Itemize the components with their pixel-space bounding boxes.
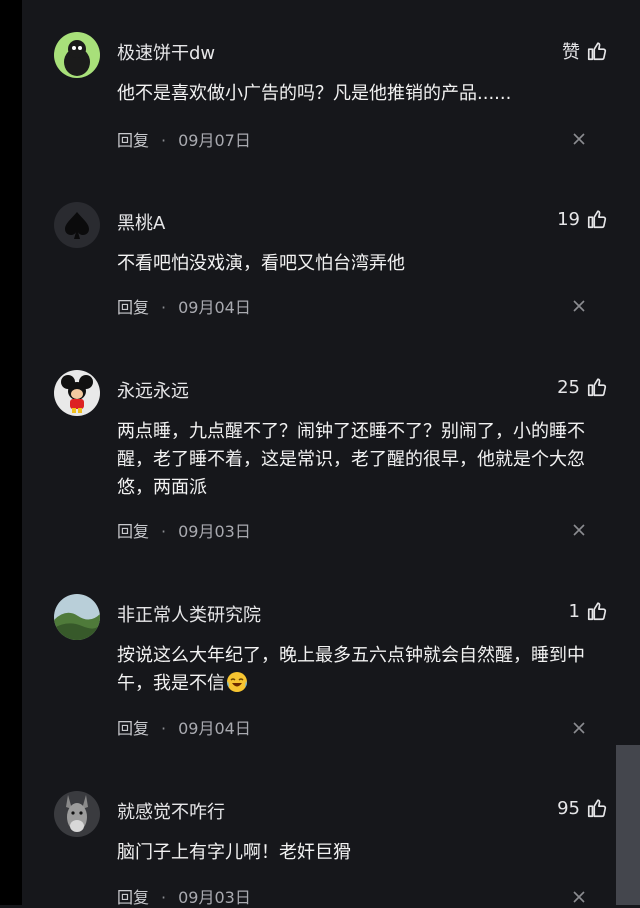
cartoon-mouse-avatar-icon	[54, 370, 100, 416]
reply-button[interactable]: 回复	[117, 522, 149, 541]
scrollbar-thumb[interactable]	[616, 745, 640, 905]
user-avatar[interactable]	[54, 791, 100, 837]
green-character-avatar-icon	[54, 32, 100, 78]
like-count: 赞	[562, 42, 580, 63]
comment-meta: 回复 · 09月04日	[117, 294, 251, 318]
comment-date: 09月04日	[178, 719, 251, 738]
reply-button[interactable]: 回复	[117, 719, 149, 738]
reply-button[interactable]: 回复	[117, 298, 149, 317]
separator-dot: ·	[161, 131, 167, 150]
thumbs-up-icon[interactable]	[586, 600, 608, 622]
username[interactable]: 极速饼干dw	[117, 39, 215, 65]
comment-text: 他不是喜欢做小广告的吗？凡是他推销的产品......	[117, 83, 512, 104]
close-icon[interactable]	[572, 299, 586, 313]
comment-text-content: 按说这么大年纪了，晚上最多五六点钟就会自然醒，睡到中午，我是不信	[117, 645, 585, 694]
comment-date: 09月03日	[178, 888, 251, 907]
like-area[interactable]: 赞	[562, 38, 608, 64]
close-icon[interactable]	[572, 523, 586, 537]
laughing-crying-emoji-icon	[226, 671, 248, 702]
separator-dot: ·	[161, 298, 167, 317]
comment-text: 两点睡，九点醒不了？闹钟了还睡不了？别闹了，小的睡不醒，老了睡不着，这是常识，老…	[117, 421, 585, 498]
user-avatar[interactable]	[54, 32, 100, 78]
reply-button[interactable]: 回复	[117, 131, 149, 150]
comment-text: 脑门子上有字儿啊！老奸巨猾	[117, 842, 351, 863]
user-avatar[interactable]	[54, 370, 100, 416]
comment-meta: 回复 · 09月03日	[117, 518, 251, 542]
username[interactable]: 就感觉不咋行	[117, 798, 225, 824]
user-avatar[interactable]	[54, 202, 100, 248]
comment-date: 09月07日	[178, 131, 251, 150]
donkey-avatar-icon	[54, 791, 100, 837]
thumbs-up-icon[interactable]	[586, 797, 608, 819]
username[interactable]: 非正常人类研究院	[117, 601, 261, 627]
close-icon[interactable]	[572, 721, 586, 735]
comment-text: 按说这么大年纪了，晚上最多五六点钟就会自然醒，睡到中午，我是不信	[117, 642, 587, 702]
separator-dot: ·	[161, 522, 167, 541]
like-area[interactable]: 1	[569, 600, 608, 622]
user-avatar[interactable]	[54, 594, 100, 640]
separator-dot: ·	[161, 888, 167, 907]
separator-dot: ·	[161, 719, 167, 738]
like-count: 95	[557, 797, 580, 819]
like-area[interactable]: 19	[557, 208, 608, 230]
thumbs-up-icon[interactable]	[586, 40, 608, 62]
comment-list: 极速饼干dw 赞 他不是喜欢做小广告的吗？凡是他推销的产品...... 回复 · 0…	[22, 0, 616, 908]
spade-avatar-icon	[54, 202, 100, 248]
comment-meta: 回复 · 09月07日	[117, 127, 251, 151]
left-edge-strip	[0, 0, 22, 905]
username[interactable]: 黑桃A	[117, 209, 165, 235]
reply-button[interactable]: 回复	[117, 888, 149, 907]
like-count: 25	[557, 376, 580, 398]
close-icon[interactable]	[572, 890, 586, 904]
username[interactable]: 永远永远	[117, 377, 189, 403]
close-icon[interactable]	[572, 132, 586, 146]
landscape-avatar-icon	[54, 594, 100, 640]
like-area[interactable]: 95	[557, 797, 608, 819]
comment-meta: 回复 · 09月03日	[117, 884, 251, 908]
like-area[interactable]: 25	[557, 376, 608, 398]
thumbs-up-icon[interactable]	[586, 376, 608, 398]
comment-date: 09月04日	[178, 298, 251, 317]
comment-meta: 回复 · 09月04日	[117, 715, 251, 739]
comment-text: 不看吧怕没戏演，看吧又怕台湾弄他	[117, 253, 405, 274]
like-count: 19	[557, 208, 580, 230]
comment-date: 09月03日	[178, 522, 251, 541]
thumbs-up-icon[interactable]	[586, 208, 608, 230]
like-count: 1	[568, 600, 580, 622]
